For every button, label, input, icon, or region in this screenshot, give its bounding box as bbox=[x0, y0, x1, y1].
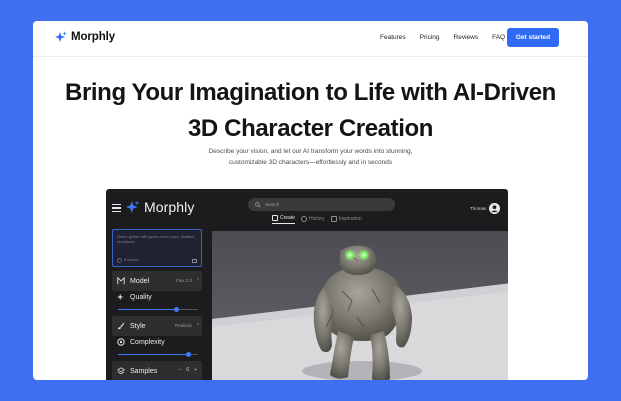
left-eye-glow bbox=[344, 249, 356, 261]
quality-track[interactable] bbox=[118, 307, 198, 312]
sparkle-logo-icon bbox=[126, 200, 140, 213]
model-icon bbox=[117, 277, 125, 285]
enhance-icon bbox=[117, 258, 122, 263]
style-label: Style bbox=[130, 322, 146, 330]
complexity-fill bbox=[118, 354, 188, 355]
tab-history-label: History bbox=[309, 215, 325, 222]
hero-title-line2: 3D Character Creation bbox=[187, 115, 434, 142]
quality-fill bbox=[118, 309, 176, 310]
complexity-label: Complexity bbox=[130, 338, 165, 346]
search-placeholder: Search bbox=[265, 202, 280, 207]
chevron-right-icon: › bbox=[197, 322, 199, 328]
model-value: Flux 2.0 bbox=[175, 278, 192, 283]
complexity-slider[interactable]: Complexity bbox=[112, 338, 202, 360]
tab-inspiration[interactable]: Inspiration bbox=[330, 215, 362, 224]
model-select[interactable]: Model Flux 2.0 › bbox=[112, 271, 202, 291]
model-label: Model bbox=[130, 277, 150, 285]
complexity-knob[interactable] bbox=[186, 352, 191, 357]
minus-button[interactable]: − bbox=[178, 367, 181, 373]
menu-icon[interactable] bbox=[112, 204, 121, 212]
history-icon bbox=[301, 215, 308, 222]
hero-subtitle-line2: customizable 3D characters—effortlessly … bbox=[228, 159, 393, 166]
app-header: Morphly Search Create History Inspiratio… bbox=[106, 189, 508, 229]
nav-links: Features Pricing Reviews FAQ bbox=[380, 34, 519, 41]
enhance-button[interactable]: Enhance bbox=[117, 258, 139, 263]
app-brand-name: Morphly bbox=[144, 199, 195, 215]
3d-viewport[interactable] bbox=[212, 231, 508, 380]
get-started-button[interactable]: Get started bbox=[507, 28, 559, 47]
app-logo[interactable]: Morphly bbox=[126, 199, 195, 215]
image-icon bbox=[330, 215, 337, 222]
app-preview: Morphly Search Create History Inspiratio… bbox=[106, 189, 508, 380]
enhance-label: Enhance bbox=[124, 258, 139, 262]
complexity-track[interactable] bbox=[118, 352, 198, 357]
tab-history[interactable]: History bbox=[301, 215, 325, 224]
sparkle-icon bbox=[117, 293, 124, 301]
nav-link-faq[interactable]: FAQ bbox=[492, 34, 505, 41]
tab-create[interactable]: Create bbox=[272, 215, 296, 224]
top-nav: Morphly Features Pricing Reviews FAQ Get… bbox=[33, 21, 588, 57]
quality-slider[interactable]: Quality bbox=[112, 293, 202, 315]
style-select[interactable]: Style Realistic › bbox=[112, 316, 202, 336]
chevron-right-icon: › bbox=[197, 277, 199, 283]
layers-icon bbox=[117, 367, 125, 375]
settings-sidebar: Stone golem with green neon eyes, realis… bbox=[110, 229, 202, 380]
image-upload-icon[interactable] bbox=[192, 259, 197, 263]
app-tabs: Create History Inspiration bbox=[272, 215, 362, 224]
avatar-icon bbox=[489, 203, 501, 214]
golem-render bbox=[212, 245, 508, 380]
samples-row: Samples − 6 + bbox=[112, 361, 202, 380]
nav-link-reviews[interactable]: Reviews bbox=[454, 34, 479, 41]
prompt-text: Stone golem with green neon eyes, realis… bbox=[117, 234, 196, 244]
user-menu[interactable]: Thomas bbox=[470, 203, 501, 214]
tab-inspiration-label: Inspiration bbox=[338, 215, 362, 222]
search-input[interactable]: Search bbox=[248, 198, 395, 211]
brand-logo[interactable]: Morphly bbox=[55, 31, 115, 43]
nav-link-pricing[interactable]: Pricing bbox=[420, 34, 440, 41]
search-icon bbox=[255, 201, 261, 208]
prompt-textarea[interactable]: Stone golem with green neon eyes, realis… bbox=[112, 229, 202, 267]
complexity-icon bbox=[117, 338, 125, 346]
plus-button[interactable]: + bbox=[194, 367, 197, 373]
brand-name: Morphly bbox=[71, 31, 116, 43]
right-eye-glow bbox=[358, 249, 370, 261]
quality-knob[interactable] bbox=[174, 307, 179, 312]
create-icon bbox=[272, 215, 278, 221]
tab-create-label: Create bbox=[280, 215, 296, 221]
samples-stepper: − 6 + bbox=[178, 367, 197, 373]
hero-subtitle-line1: Describe your vision, and let our AI tra… bbox=[208, 148, 413, 155]
style-value: Realistic bbox=[174, 323, 192, 328]
brush-icon bbox=[117, 322, 125, 330]
quality-label: Quality bbox=[130, 293, 152, 301]
landing-card: Morphly Features Pricing Reviews FAQ Get… bbox=[33, 21, 588, 380]
samples-label: Samples bbox=[130, 367, 158, 375]
samples-value: 6 bbox=[186, 367, 190, 373]
hero-title-line1: Bring Your Imagination to Life with AI-D… bbox=[65, 79, 556, 106]
sparkle-logo-icon bbox=[55, 31, 67, 42]
user-name: Thomas bbox=[470, 206, 487, 211]
nav-link-features[interactable]: Features bbox=[380, 34, 406, 41]
